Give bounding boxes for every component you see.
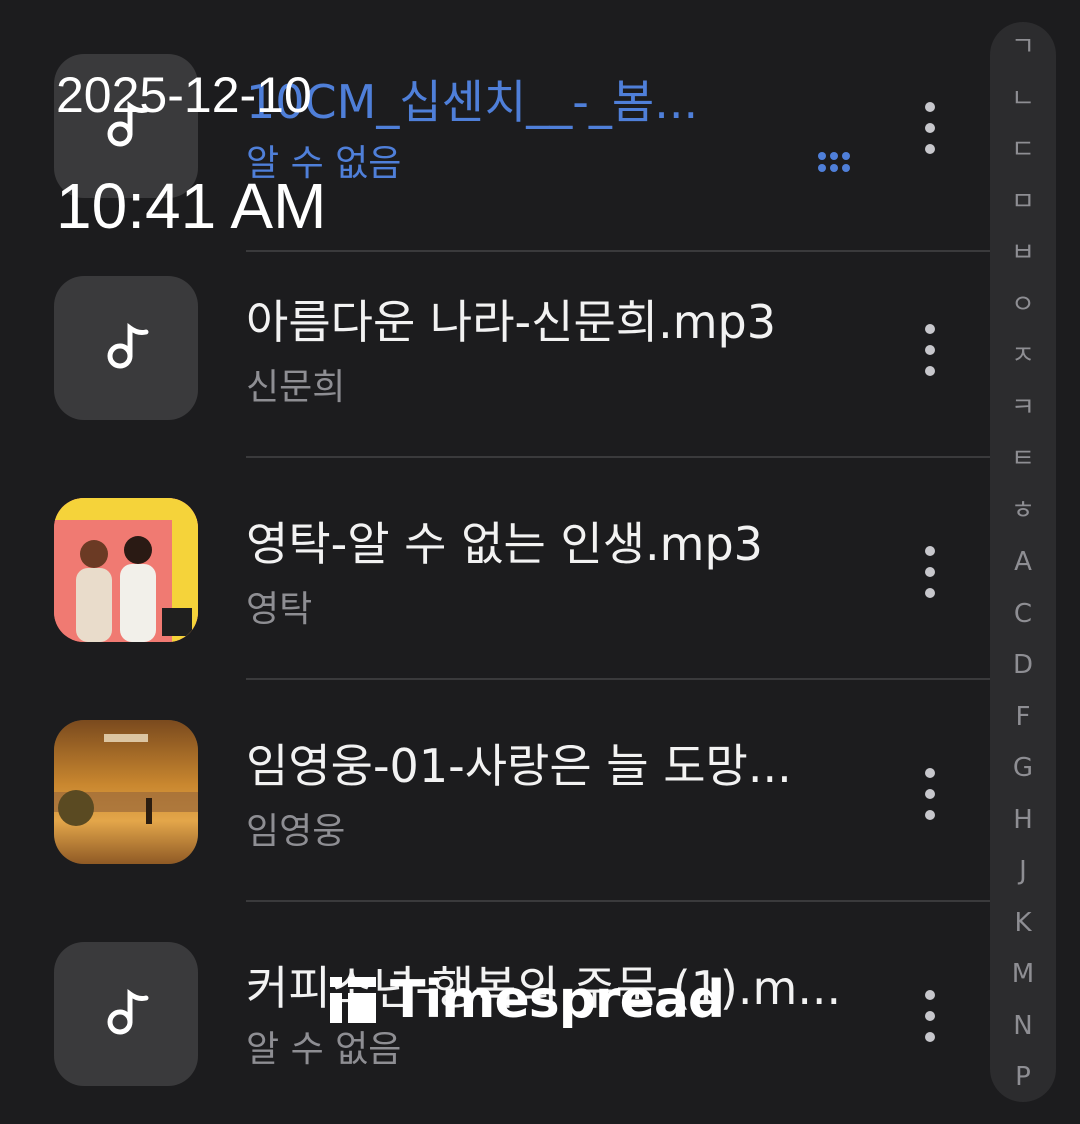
index-letter[interactable]: ㅎ — [990, 496, 1056, 526]
index-letter[interactable]: H — [990, 805, 1056, 835]
song-thumbnail — [54, 276, 198, 420]
index-letter[interactable]: M — [990, 959, 1056, 989]
index-letter[interactable]: G — [990, 753, 1056, 783]
song-artist: 영탁 — [246, 589, 313, 630]
index-letter[interactable]: ㅌ — [990, 444, 1056, 474]
index-letter[interactable]: A — [990, 547, 1056, 577]
now-playing-icon — [816, 150, 852, 172]
index-letter[interactable]: ㄴ — [990, 84, 1056, 114]
index-letter[interactable]: ㄱ — [990, 32, 1056, 62]
index-letter[interactable]: ㅈ — [990, 341, 1056, 371]
watermark-logo-icon — [330, 977, 376, 1023]
index-letter[interactable]: D — [990, 650, 1056, 680]
index-letter[interactable]: F — [990, 702, 1056, 732]
watermark: Timespread — [330, 970, 725, 1030]
album-art-image — [54, 720, 198, 864]
timestamp-time: 10:41 AM — [56, 170, 327, 242]
index-letter[interactable]: ㅁ — [990, 187, 1056, 217]
song-title: 임영웅-01-사랑은 늘 도망... — [246, 739, 792, 793]
song-title: 10CM_십센치__-_봄... — [246, 75, 699, 129]
music-note-icon — [107, 989, 149, 1035]
index-letter[interactable]: ㅋ — [990, 393, 1056, 423]
watermark-text: Timespread — [390, 970, 725, 1030]
song-artist: 임영웅 — [246, 811, 346, 852]
index-letter[interactable]: ㄷ — [990, 135, 1056, 165]
song-thumbnail — [54, 942, 198, 1086]
song-thumbnail — [54, 720, 198, 864]
song-thumbnail — [54, 498, 198, 642]
song-title: 아름다운 나라-신문희.mp3 — [246, 295, 776, 349]
index-letter[interactable]: P — [990, 1062, 1056, 1092]
more-options-icon[interactable] — [912, 990, 948, 1042]
list-item[interactable]: 임영웅-01-사랑은 늘 도망... 임영웅 — [0, 680, 990, 902]
song-artist: 신문희 — [246, 367, 346, 408]
song-title: 영탁-알 수 없는 인생.mp3 — [246, 517, 763, 571]
timestamp-date: 2025-12-10 — [56, 67, 312, 123]
index-letter[interactable]: J — [990, 856, 1056, 886]
index-letter[interactable]: K — [990, 908, 1056, 938]
song-list: 10CM_십센치__-_봄... 알 수 없음 아름다운 나라-신문희.mp3 … — [0, 0, 990, 1086]
more-options-icon[interactable] — [912, 546, 948, 598]
index-letter[interactable]: C — [990, 599, 1056, 629]
album-art-image — [54, 498, 198, 642]
song-artist: 알 수 없음 — [246, 1029, 402, 1070]
more-options-icon[interactable] — [912, 102, 948, 154]
list-item[interactable]: 영탁-알 수 없는 인생.mp3 영탁 — [0, 458, 990, 680]
more-options-icon[interactable] — [912, 324, 948, 376]
list-item[interactable]: 아름다운 나라-신문희.mp3 신문희 — [0, 236, 990, 458]
index-letter[interactable]: ㅂ — [990, 238, 1056, 268]
alphabet-index-bar[interactable]: ㄱㄴㄷㅁㅂㅇㅈㅋㅌㅎACDFGHJKMNP — [990, 22, 1056, 1102]
music-note-icon — [107, 323, 149, 369]
index-letter[interactable]: ㅇ — [990, 290, 1056, 320]
more-options-icon[interactable] — [912, 768, 948, 820]
index-letter[interactable]: N — [990, 1011, 1056, 1041]
